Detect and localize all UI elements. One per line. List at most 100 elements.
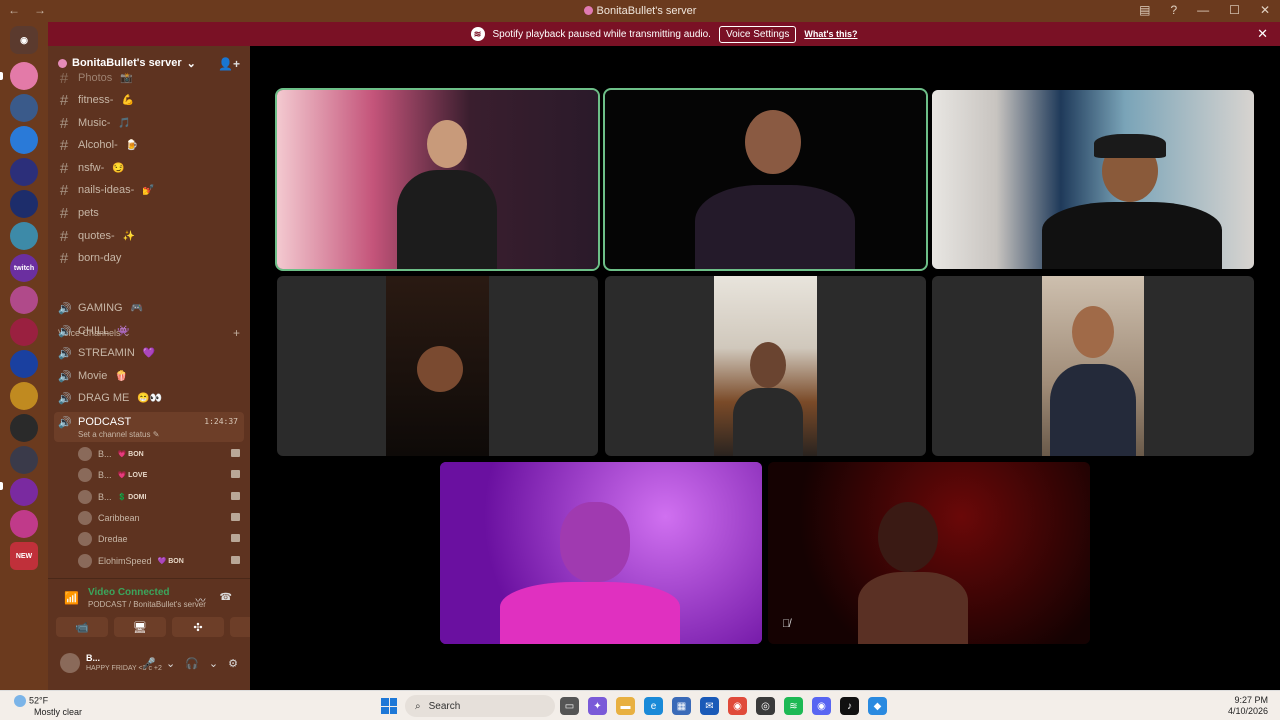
channel-nails-ideas[interactable]: # nails-ideas- 💅 <box>58 180 155 200</box>
server-icon[interactable] <box>10 478 38 506</box>
windows-start-icon[interactable] <box>381 698 397 714</box>
add-member-icon[interactable]: 👤+ <box>218 57 240 71</box>
file-explorer-icon[interactable]: ▬ <box>616 697 635 715</box>
channel-music[interactable]: # Music- 🎵 <box>58 113 131 133</box>
channel-fitness[interactable]: # fitness- 💪 <box>58 90 134 110</box>
disconnect-icon[interactable]: ☎ <box>220 592 232 607</box>
gear-icon[interactable]: ⚙ <box>228 657 238 670</box>
inbox-icon[interactable]: ▤ <box>1139 3 1150 17</box>
server-icon[interactable] <box>10 158 38 186</box>
camera-button[interactable]: 📹 <box>56 617 108 637</box>
server-icon[interactable] <box>10 382 38 410</box>
spotify-icon[interactable]: ≋ <box>784 697 803 715</box>
channel-born-day[interactable]: # born-day <box>58 248 122 268</box>
voice-member[interactable]: ElohimSpeed 💜 BON <box>78 551 240 571</box>
server-icon[interactable] <box>10 446 38 474</box>
server-icon[interactable] <box>10 94 38 122</box>
video-tile[interactable] <box>932 90 1254 269</box>
system-clock[interactable]: 9:27 PM 4/10/2026 <box>1228 695 1268 717</box>
member-tag: 💗 BON <box>117 451 144 458</box>
minimize-button[interactable]: — <box>1197 3 1209 17</box>
call-action-buttons: 📹 🖥 ✣ 🚀 <box>56 617 282 637</box>
temperature: 52°F <box>29 695 49 706</box>
help-icon[interactable]: ? <box>1170 3 1177 17</box>
signal-icon[interactable]: 📶 <box>64 591 79 605</box>
username[interactable]: B... <box>86 653 100 663</box>
outlook-icon[interactable]: ✉ <box>700 697 719 715</box>
avatar[interactable] <box>60 653 80 673</box>
channel-alcohol[interactable]: # Alcohol- 🍺 <box>58 135 138 155</box>
video-tile[interactable] <box>275 88 600 271</box>
windows-taskbar: 52°F Mostly clear ⌕ Search ▭ ✦ ▬ e ▦ ✉ ◉ … <box>0 690 1280 720</box>
server-icon[interactable] <box>10 510 38 538</box>
discord-icon[interactable]: ◉ <box>812 697 831 715</box>
voice-channel-chill[interactable]: 🔊 CHILL 👾 <box>58 321 130 341</box>
voice-member[interactable]: B... 💗 LOVE <box>78 465 240 485</box>
avatar <box>78 468 92 482</box>
connection-channel[interactable]: PODCAST / BonitaBullet's server <box>88 600 206 609</box>
server-icon[interactable] <box>10 126 38 154</box>
server-icon[interactable] <box>10 190 38 218</box>
channel-nsfw[interactable]: # nsfw- 😏 <box>58 158 125 178</box>
video-tile[interactable] <box>440 462 762 644</box>
video-tile[interactable] <box>603 88 928 271</box>
activities-button[interactable]: ✣ <box>172 617 224 637</box>
chevron-down-icon: ⌄ <box>186 57 196 70</box>
edge-icon[interactable]: e <box>644 697 663 715</box>
store-icon[interactable]: ▦ <box>672 697 691 715</box>
server-icon[interactable] <box>10 222 38 250</box>
voice-channel-drag-me[interactable]: 🔊 DRAG ME 😁👀 <box>58 388 162 408</box>
channel-pets[interactable]: # pets <box>58 203 99 223</box>
channel-photos[interactable]: # Photos 📸 <box>58 68 133 88</box>
app-icon[interactable]: ◆ <box>868 697 887 715</box>
noise-suppression-icon[interactable]: 〰 <box>196 592 206 607</box>
chevron-down-icon[interactable]: ⌄ <box>209 657 218 670</box>
new-server-badge[interactable]: NEW <box>10 542 38 570</box>
channel-quotes[interactable]: # quotes- ✨ <box>58 226 135 246</box>
taskbar-search[interactable]: ⌕ Search <box>405 695 555 717</box>
channel-name: Photos <box>78 72 113 84</box>
copilot-icon[interactable]: ✦ <box>588 697 607 715</box>
screen-share-button[interactable]: 🖥 <box>114 617 166 637</box>
headphones-icon[interactable]: 🎧 <box>185 657 199 670</box>
video-tile[interactable]: 🎙̸ <box>768 462 1090 644</box>
microphone-icon[interactable]: 🎤 <box>142 657 156 670</box>
video-tile[interactable] <box>932 276 1254 456</box>
create-channel-icon[interactable]: + <box>233 326 240 340</box>
voice-channel-streamin[interactable]: 🔊 STREAMIN 💜 <box>58 343 155 363</box>
channel-emoji: 😏 <box>112 162 125 174</box>
voice-channel-movie[interactable]: 🔊 Movie 🍿 <box>58 366 128 386</box>
voice-member[interactable]: B... 💲 DOMI <box>78 487 240 507</box>
discord-home-icon[interactable]: ◉ <box>10 26 38 54</box>
video-tile[interactable] <box>605 276 926 456</box>
baseball-cap <box>1094 134 1166 158</box>
server-icon[interactable] <box>10 62 38 90</box>
tiktok-icon[interactable]: ♪ <box>840 697 859 715</box>
voice-channel-podcast[interactable]: 🔊 PODCAST Set a channel status ✎ 1:24:37 <box>54 412 244 442</box>
voice-member[interactable]: Caribbean <box>78 508 240 528</box>
server-icon[interactable] <box>10 318 38 346</box>
voice-channel-gaming[interactable]: 🔊 GAMING 🎮 <box>58 298 143 318</box>
weather-widget[interactable]: 52°F Mostly clear <box>14 695 82 717</box>
twitch-server-icon[interactable]: twitch <box>10 254 38 282</box>
chrome-icon[interactable]: ◉ <box>728 697 747 715</box>
chevron-down-icon[interactable]: ⌄ <box>166 657 175 670</box>
close-button[interactable]: ✕ <box>1260 3 1270 17</box>
server-icon[interactable] <box>10 286 38 314</box>
task-view-icon[interactable]: ▭ <box>560 697 579 715</box>
server-icon[interactable] <box>10 414 38 442</box>
weather-condition: Mostly clear <box>34 707 83 717</box>
whats-this-link[interactable]: What's this? <box>804 29 857 39</box>
channel-name: fitness- <box>78 94 114 106</box>
video-tile[interactable] <box>277 276 598 456</box>
voice-member[interactable]: B... 💗 BON <box>78 444 240 464</box>
voice-member[interactable]: Dredae <box>78 529 240 549</box>
maximize-button[interactable]: ☐ <box>1229 3 1240 17</box>
server-icon[interactable] <box>10 350 38 378</box>
banner-close-icon[interactable]: ✕ <box>1257 26 1268 42</box>
obs-icon[interactable]: ◎ <box>756 697 775 715</box>
voice-settings-button[interactable]: Voice Settings <box>718 25 797 43</box>
channel-status[interactable]: Set a channel status ✎ <box>78 430 159 439</box>
channel-emoji: 😁👀 <box>137 392 163 404</box>
participant-face <box>427 120 467 168</box>
